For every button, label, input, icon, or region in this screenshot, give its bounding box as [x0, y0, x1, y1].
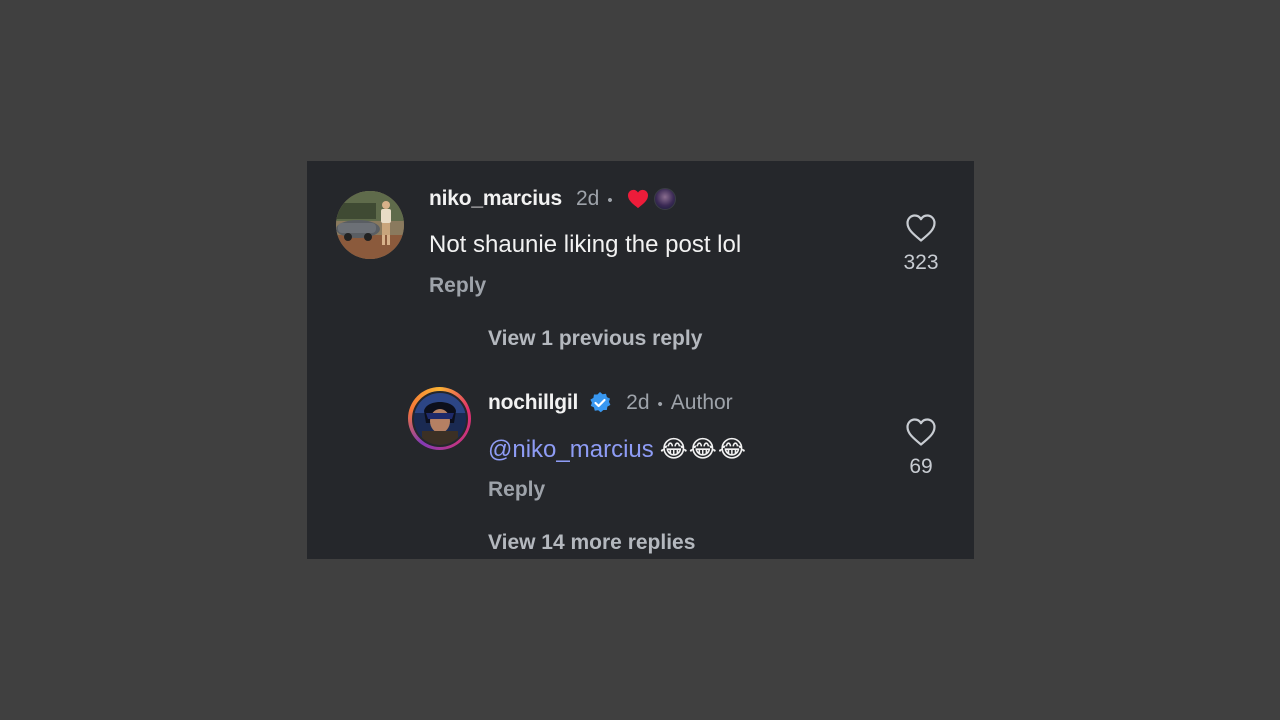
reply-text: @niko_marcius 😂😂😂	[488, 435, 747, 464]
mention-link[interactable]: @niko_marcius	[488, 436, 654, 463]
like-count: 69	[909, 455, 933, 478]
separator-dot: •	[657, 395, 663, 413]
view-previous-replies-button[interactable]: View 1 previous reply	[488, 327, 702, 351]
reply-header: nochillgil 2d • Author	[488, 391, 733, 415]
story-ring[interactable]	[408, 387, 471, 450]
separator-dot: •	[607, 191, 613, 209]
username[interactable]: niko_marcius	[429, 187, 562, 211]
like-count: 323	[903, 251, 939, 274]
avatar-niko-marcius[interactable]	[336, 191, 404, 259]
timestamp: 2d	[576, 187, 600, 210]
heart-outline-icon[interactable]	[905, 417, 937, 447]
comments-panel: niko_marcius 2d • Not shaunie liking the…	[307, 161, 974, 559]
heart-filled-icon	[627, 189, 648, 209]
username[interactable]: nochillgil	[488, 391, 578, 415]
liker-avatar	[653, 188, 676, 210]
reply-button[interactable]: Reply	[429, 274, 486, 298]
author-label: Author	[670, 391, 733, 414]
comment-text: Not shaunie liking the post lol	[429, 231, 742, 258]
avatar-nochillgil[interactable]	[411, 390, 468, 447]
timestamp: 2d	[626, 391, 650, 414]
view-more-replies-button[interactable]: View 14 more replies	[488, 531, 695, 555]
verified-badge-icon	[590, 392, 611, 413]
heart-outline-icon[interactable]	[905, 213, 937, 243]
comment-header: niko_marcius 2d •	[429, 187, 676, 211]
like-column: 323	[891, 213, 951, 275]
emoji-text: 😂😂😂	[659, 436, 747, 463]
like-column: 69	[891, 417, 951, 479]
reply-button[interactable]: Reply	[488, 478, 545, 502]
